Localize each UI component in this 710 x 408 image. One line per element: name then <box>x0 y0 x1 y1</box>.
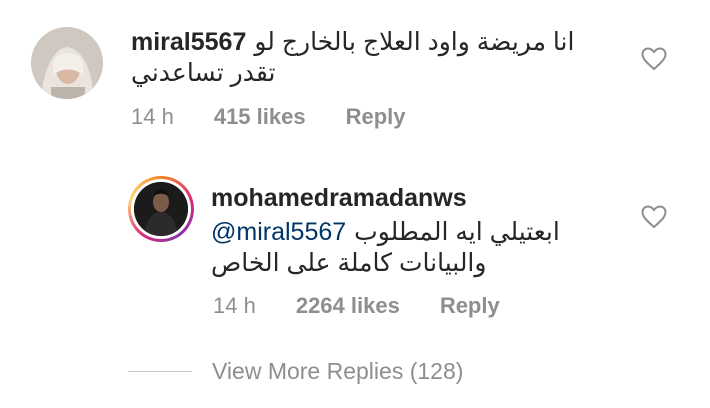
comment-text-line2: والبيانات كاملة على الخاص <box>211 249 487 277</box>
divider-line <box>128 370 192 372</box>
heart-icon[interactable] <box>641 47 667 71</box>
avatar[interactable] <box>31 27 103 99</box>
avatar-photo-story-ring-icon <box>134 182 188 236</box>
likes-count[interactable]: 415 likes <box>214 104 306 130</box>
comment-body: miral5567 انا مريضة واود العلاج بالخارج … <box>131 27 591 89</box>
view-more-replies[interactable]: View More Replies (128) <box>128 356 463 386</box>
comment-body: mohamedramadanws @miral5567 ابعتيلي ايه … <box>211 183 611 279</box>
comment-meta: 14 h 415 likes Reply <box>131 104 406 130</box>
avatar-photo-icon <box>31 27 103 99</box>
comment-text-line1: انا مريضة واود العلاج بالخارج لو <box>254 28 575 56</box>
comment-text-line2: تقدر تساعدني <box>131 59 276 87</box>
reply-button[interactable]: Reply <box>346 104 406 130</box>
comment-username[interactable]: miral5567 <box>131 27 246 58</box>
comment-meta: 14 h 2264 likes Reply <box>213 293 500 319</box>
comment-text-line1: ابعتيلي ايه المطلوب <box>354 218 560 246</box>
avatar[interactable] <box>128 176 194 242</box>
comment-time: 14 h <box>131 104 174 129</box>
comment-time: 14 h <box>213 293 256 318</box>
mention-link[interactable]: @miral5567 <box>211 217 346 248</box>
view-more-replies-label[interactable]: View More Replies (128) <box>212 358 463 385</box>
comment-username[interactable]: mohamedramadanws <box>211 183 611 214</box>
likes-count[interactable]: 2264 likes <box>296 293 400 319</box>
reply-button[interactable]: Reply <box>440 293 500 319</box>
heart-icon[interactable] <box>641 205 667 229</box>
